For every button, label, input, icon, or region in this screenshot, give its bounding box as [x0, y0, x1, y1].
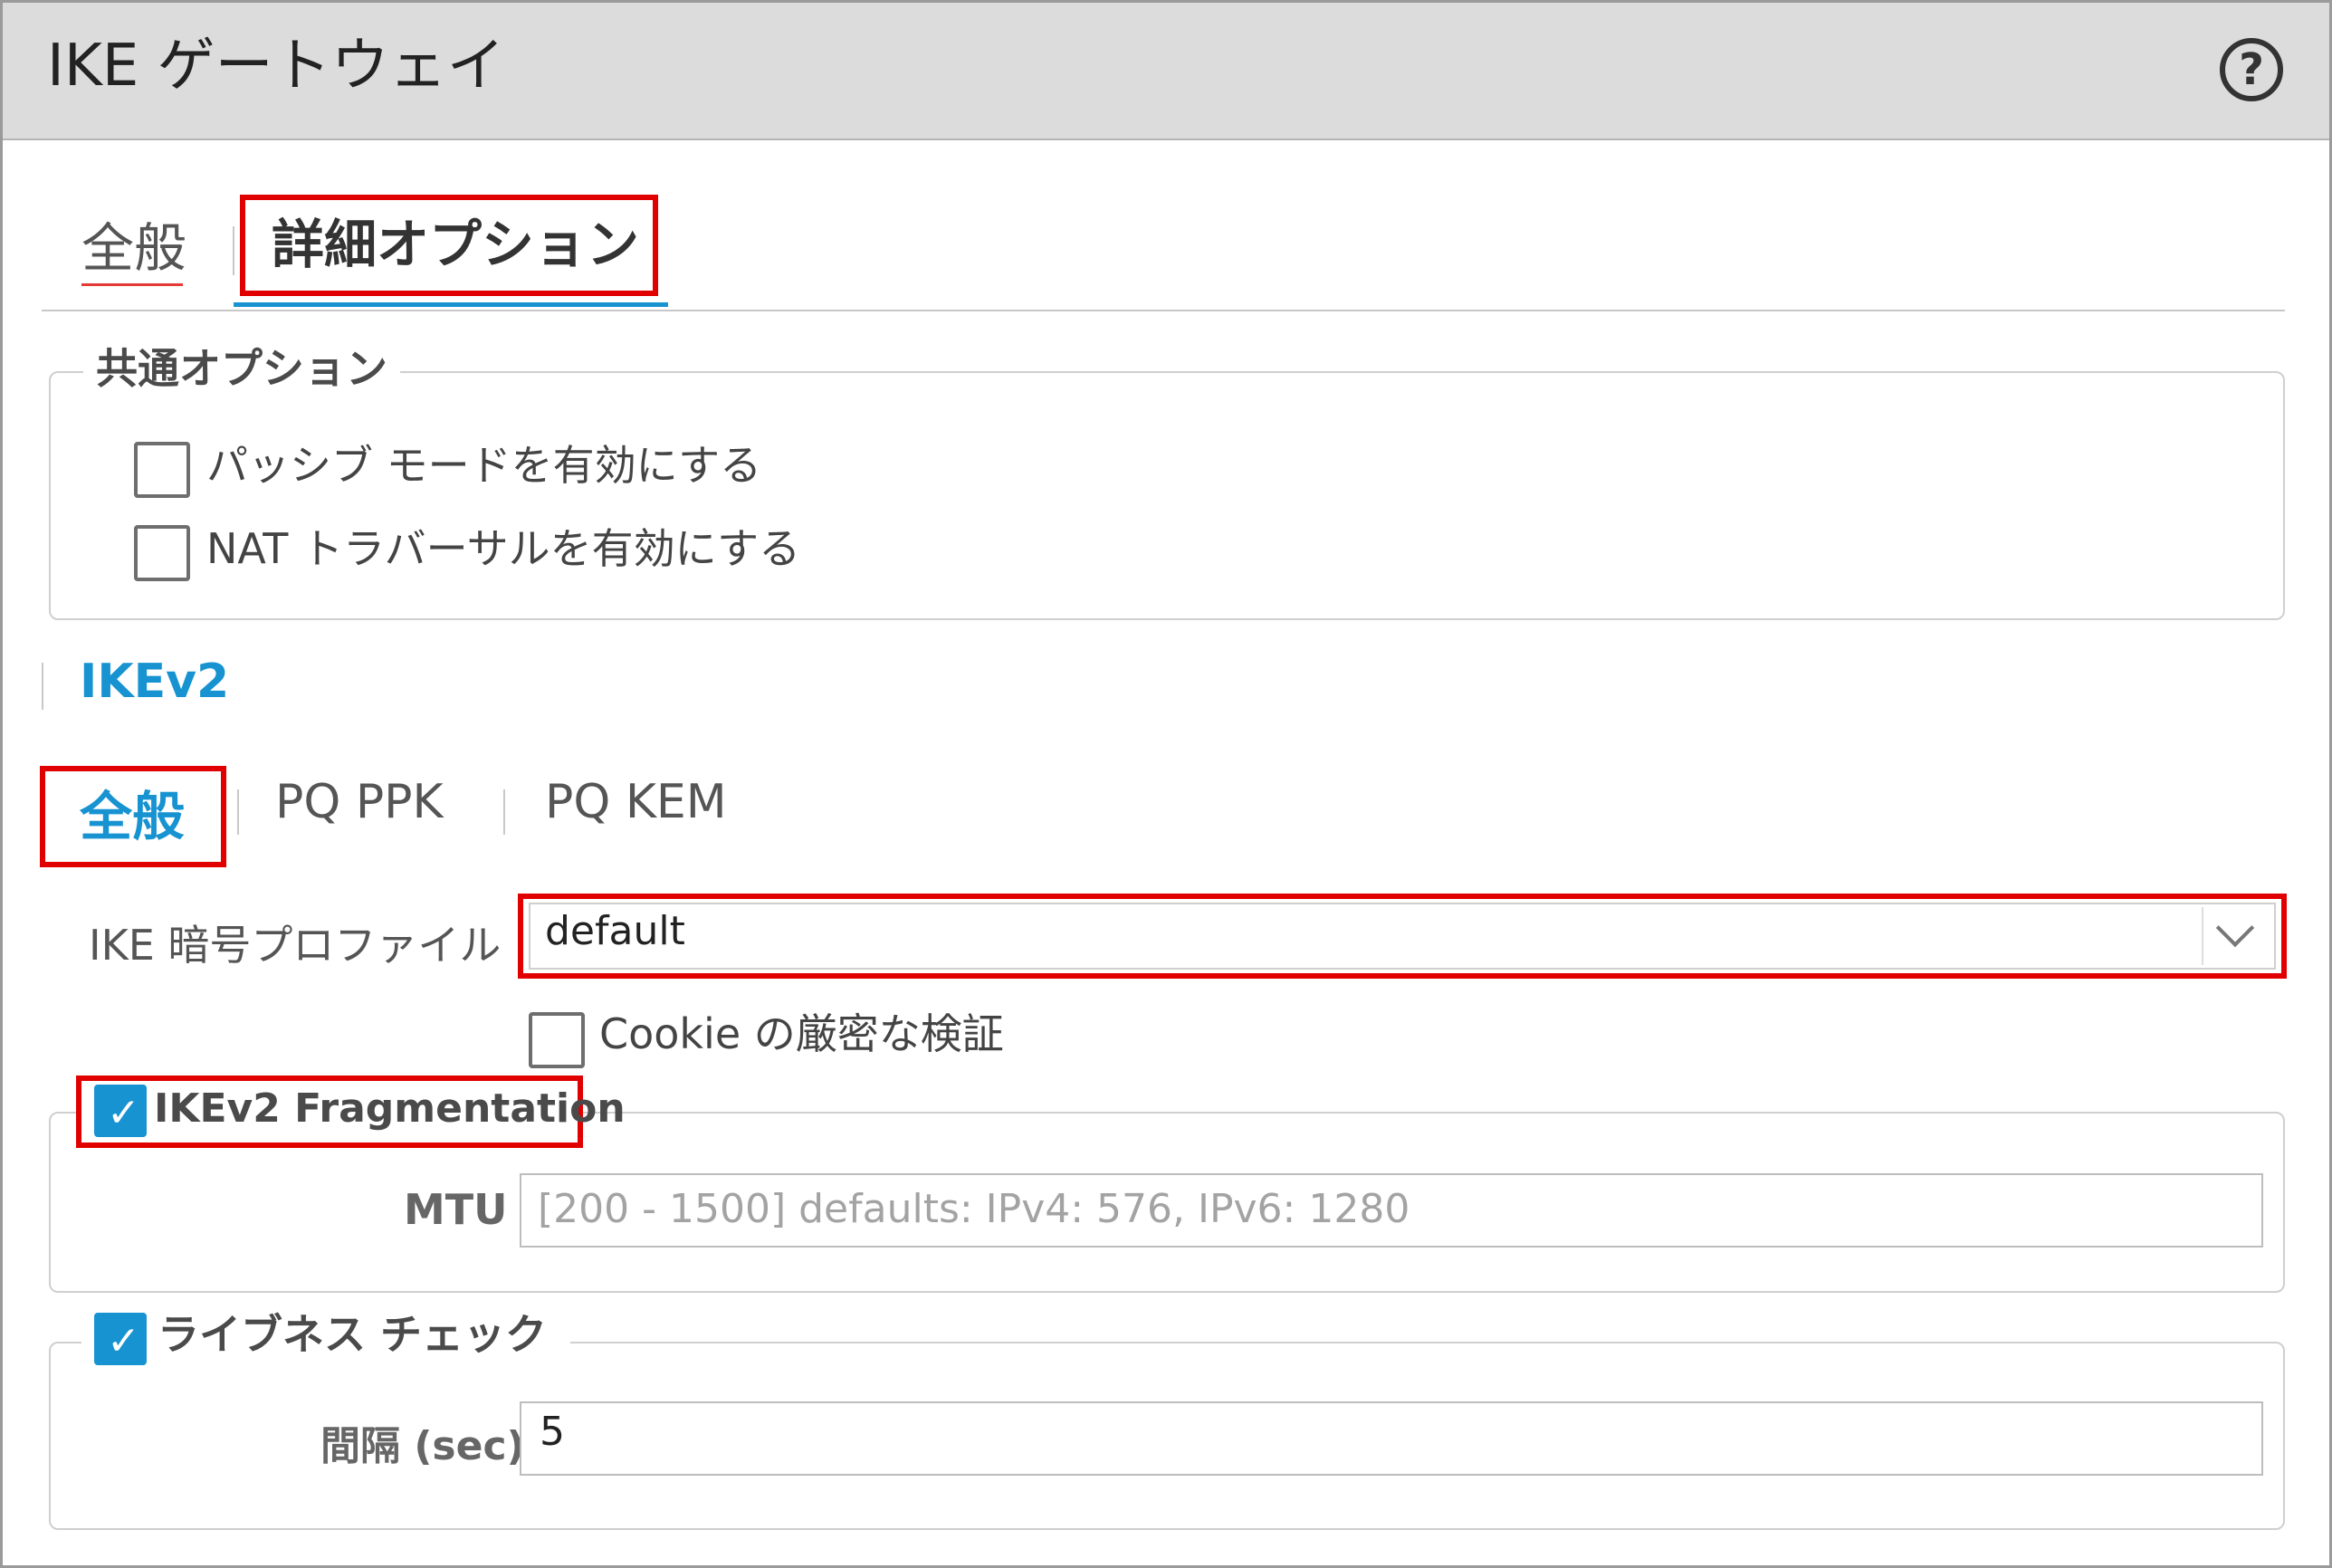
crypto-profile-label: IKE 暗号プロファイル — [89, 921, 502, 970]
tab-general-underline — [81, 283, 183, 286]
strict-cookie-label: Cookie の厳密な検証 — [599, 1009, 1004, 1058]
fragmentation-label: IKEv2 Fragmentation — [154, 1085, 626, 1132]
tab-general[interactable]: 全般 — [81, 215, 186, 281]
interval-value: 5 — [540, 1409, 565, 1455]
common-options-group — [49, 371, 2285, 620]
help-icon[interactable]: ? — [2220, 38, 2283, 101]
ikev2-heading-marker — [42, 663, 43, 710]
liveness-checkbox[interactable] — [94, 1313, 147, 1365]
liveness-label: ライブネス チェック — [158, 1310, 548, 1359]
tab-separator — [233, 226, 234, 275]
subtab-pq-kem[interactable]: PQ KEM — [545, 771, 727, 833]
subtab-separator — [503, 789, 505, 835]
nat-traversal-checkbox[interactable] — [134, 525, 190, 581]
subtab-separator — [237, 789, 239, 835]
passive-mode-label: パッシブ モードを有効にする — [206, 441, 762, 490]
common-options-legend: 共通オプション — [83, 342, 400, 395]
passive-mode-checkbox[interactable] — [134, 442, 190, 498]
tab-advanced-options[interactable]: 詳細オプション — [272, 212, 639, 277]
crypto-profile-select[interactable] — [529, 903, 2276, 970]
fragmentation-checkbox[interactable] — [94, 1085, 147, 1137]
nat-traversal-label: NAT トラバーサルを有効にする — [206, 524, 801, 573]
strict-cookie-checkbox[interactable] — [529, 1012, 585, 1068]
mtu-placeholder: [200 - 1500] defaults: IPv4: 576, IPv6: … — [538, 1186, 1410, 1232]
crypto-profile-value: default — [545, 908, 685, 954]
mtu-label: MTU — [404, 1185, 508, 1234]
tab-active-underline — [234, 302, 668, 307]
dialog-title: IKE ゲートウェイ — [47, 33, 505, 100]
ikev2-heading: IKEv2 — [80, 655, 230, 709]
select-divider — [2202, 907, 2203, 965]
interval-label: 間隔 (sec) — [320, 1423, 525, 1469]
interval-input[interactable] — [520, 1401, 2263, 1476]
tabs-divider — [42, 310, 2285, 311]
subtab-general[interactable]: 全般 — [80, 784, 185, 849]
subtab-pq-ppk[interactable]: PQ PPK — [275, 771, 444, 833]
